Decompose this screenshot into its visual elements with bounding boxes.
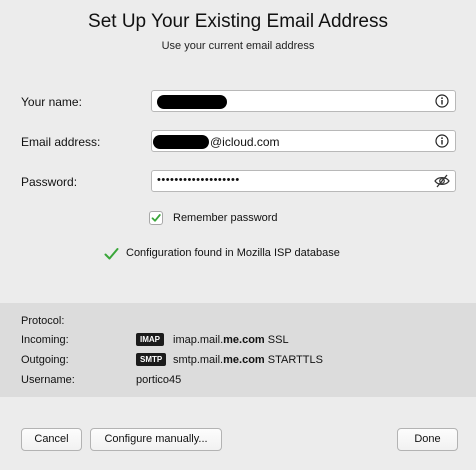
- email-domain: @icloud.com: [210, 135, 280, 149]
- protocol-label: Protocol:: [21, 315, 65, 327]
- dialog-title: Set Up Your Existing Email Address: [88, 11, 388, 32]
- username-label: Username:: [21, 374, 75, 386]
- eye-slash-icon[interactable]: [434, 174, 450, 188]
- email-field[interactable]: @icloud.com: [151, 130, 456, 152]
- incoming-label: Incoming:: [21, 334, 69, 346]
- imap-badge: IMAP: [136, 333, 164, 346]
- incoming-server: imap.mail.me.com SSL: [173, 334, 289, 346]
- info-icon[interactable]: [435, 134, 449, 148]
- checkmark-icon: [104, 248, 119, 260]
- cancel-button[interactable]: Cancel: [21, 428, 82, 451]
- done-button[interactable]: Done: [397, 428, 458, 451]
- password-label: Password:: [21, 175, 78, 189]
- status-message: Configuration found in Mozilla ISP datab…: [126, 247, 340, 259]
- name-field[interactable]: [151, 90, 456, 112]
- checkmark-icon: [151, 214, 161, 222]
- remember-password-label[interactable]: Remember password: [173, 212, 278, 224]
- redacted-email-user: [153, 135, 209, 149]
- name-label: Your name:: [21, 95, 82, 109]
- dialog-subtitle: Use your current email address: [161, 40, 315, 52]
- password-field[interactable]: •••••••••••••••••••: [151, 170, 456, 192]
- outgoing-label: Outgoing:: [21, 354, 69, 366]
- username-value: portico45: [136, 374, 182, 386]
- password-mask: •••••••••••••••••••: [157, 174, 240, 186]
- outgoing-server: smtp.mail.me.com STARTTLS: [173, 354, 323, 366]
- smtp-badge: SMTP: [136, 353, 167, 366]
- redacted-name: [157, 95, 227, 109]
- info-icon[interactable]: [435, 94, 449, 108]
- remember-password-checkbox[interactable]: [149, 211, 163, 225]
- configure-manually-button[interactable]: Configure manually...: [90, 428, 222, 451]
- email-label: Email address:: [21, 135, 101, 149]
